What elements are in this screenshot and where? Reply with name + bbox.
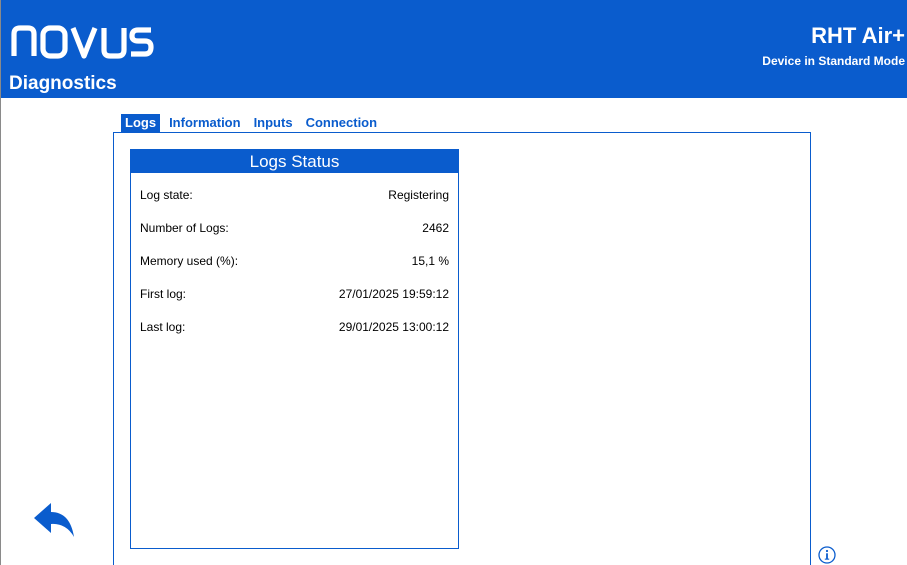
status-row-memory-used: Memory used (%): 15,1 %	[131, 254, 458, 270]
novus-logo	[11, 25, 154, 59]
device-name: RHT Air+	[811, 23, 905, 48]
tab-logs[interactable]: Logs	[121, 114, 161, 132]
back-arrow-icon	[34, 503, 74, 537]
header-bar: Diagnostics RHT Air+ Device in Standard …	[1, 0, 907, 98]
status-row-last-log: Last log: 29/01/2025 13:00:12	[131, 320, 458, 336]
status-row-log-state: Log state: Registering	[131, 188, 458, 204]
logs-status-title: Logs Status	[131, 150, 458, 173]
info-icon	[818, 546, 836, 564]
info-button[interactable]	[818, 546, 836, 564]
status-label: First log:	[140, 287, 187, 301]
status-value: 2462	[422, 221, 449, 235]
tab-bar: Logs Information Inputs Connection	[121, 114, 386, 132]
device-mode: Device in Standard Mode	[762, 54, 905, 68]
status-label: Last log:	[140, 320, 186, 334]
status-row-number-of-logs: Number of Logs: 2462	[131, 221, 458, 237]
status-label: Memory used (%):	[140, 254, 239, 268]
status-value: 29/01/2025 13:00:12	[338, 320, 449, 334]
status-label: Number of Logs:	[140, 221, 229, 235]
page-title: Diagnostics	[9, 73, 117, 94]
tab-information[interactable]: Information	[165, 114, 245, 132]
tab-connection[interactable]: Connection	[302, 114, 382, 132]
logs-status-panel: Logs Status Log state: Registering Numbe…	[130, 149, 459, 549]
status-row-first-log: First log: 27/01/2025 19:59:12	[131, 287, 458, 303]
status-label: Log state:	[140, 188, 193, 202]
back-button[interactable]	[34, 503, 76, 539]
status-value: 27/01/2025 19:59:12	[338, 287, 449, 301]
tab-inputs[interactable]: Inputs	[250, 114, 297, 132]
status-value: Registering	[388, 188, 449, 202]
status-value: 15,1 %	[411, 254, 449, 268]
